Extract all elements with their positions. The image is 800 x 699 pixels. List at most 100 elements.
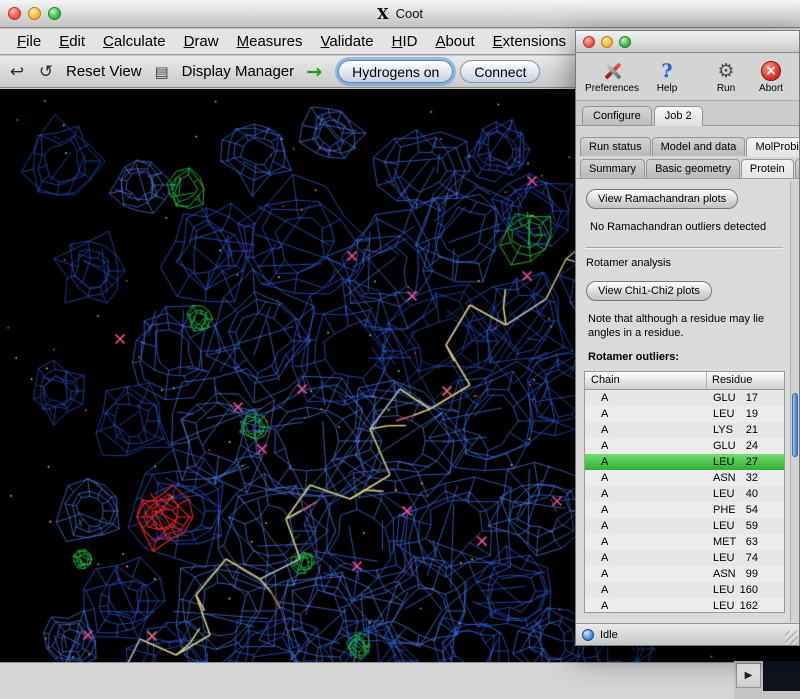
dialog-scrollbar[interactable]: [790, 181, 799, 622]
subtab-level2[interactable]: Basic geometry: [646, 159, 740, 178]
menu-item[interactable]: Calculate: [94, 31, 175, 52]
undo-arrow-icon[interactable]: ↩: [6, 62, 28, 82]
rotamer-row[interactable]: A LEU162: [585, 598, 784, 612]
rotamer-row-residue: MET63: [707, 534, 784, 550]
dialog-status-bar: Idle: [576, 623, 799, 645]
rotamer-row[interactable]: A LEU74: [585, 550, 784, 566]
resize-grip[interactable]: [785, 631, 798, 644]
preferences-button[interactable]: Preferences: [584, 59, 640, 94]
rotamer-row-residue: LEU40: [707, 486, 784, 502]
preferences-label: Preferences: [585, 83, 639, 94]
scroll-right-button[interactable]: ▶: [736, 663, 761, 688]
dialog-tabs: Configure Job 2: [576, 101, 799, 126]
column-header-residue[interactable]: Residue: [707, 372, 784, 389]
rotamer-row-chain: A: [585, 502, 707, 518]
rotamer-row-residue: GLU17: [707, 390, 784, 406]
column-header-chain[interactable]: Chain: [585, 372, 707, 389]
dialog-titlebar[interactable]: [576, 31, 799, 53]
rotamer-row[interactable]: A PHE54: [585, 502, 784, 518]
rotamer-row-chain: A: [585, 598, 707, 612]
subtab-level1[interactable]: Run status: [580, 137, 651, 156]
abort-label: Abort: [759, 83, 783, 94]
corner-widget: ▶: [734, 661, 800, 699]
rotamer-row-chain: A: [585, 550, 707, 566]
rotamer-row-residue: PHE54: [707, 502, 784, 518]
rotamer-table-header: Chain Residue: [585, 372, 784, 390]
go-arrow-icon[interactable]: →: [303, 61, 325, 83]
window-title: X Coot: [0, 0, 800, 27]
menu-item[interactable]: About: [426, 31, 483, 52]
rotamer-note-line1: Note that although a residue may lie: [588, 313, 785, 325]
display-manager-button[interactable]: Display Manager: [180, 63, 297, 80]
subtab-level2[interactable]: C: [795, 159, 800, 178]
help-label: Help: [657, 83, 678, 94]
background-window-fragment: [763, 661, 800, 691]
rotamer-row[interactable]: A ASN32: [585, 470, 784, 486]
rotamer-row[interactable]: A LEU19: [585, 406, 784, 422]
rotamer-outliers-label: Rotamer outliers:: [588, 351, 785, 363]
rotamer-row-chain: A: [585, 486, 707, 502]
notebook-tabs-level1: Run status Model and data MolProbity: [576, 134, 799, 156]
subtab-level2[interactable]: Protein: [741, 159, 794, 179]
rotamer-row[interactable]: A GLU24: [585, 438, 784, 454]
rotamer-row-residue: LYS21: [707, 422, 784, 438]
rotamer-row[interactable]: A LEU59: [585, 518, 784, 534]
rotamer-row[interactable]: A LEU40: [585, 486, 784, 502]
rotamer-row-chain: A: [585, 438, 707, 454]
run-button[interactable]: ⚙ Run: [708, 59, 744, 94]
rotamer-row[interactable]: A MET63: [585, 534, 784, 550]
rotamer-table-body: A GLU17 A LEU19: [585, 390, 784, 612]
menu-item[interactable]: Edit: [50, 31, 94, 52]
rotamer-row[interactable]: A LEU27: [585, 454, 784, 470]
rotamer-row[interactable]: A GLU17: [585, 390, 784, 406]
protein-tab-page: View Ramachandran plots No Ramachandran …: [576, 178, 799, 625]
subtab-level1[interactable]: MolProbity: [746, 137, 800, 157]
dialog-toolbar: Preferences ? Help ⚙ Run × Abort: [576, 53, 799, 101]
dialog-close-button[interactable]: [583, 36, 595, 48]
reset-view-button[interactable]: Reset View: [64, 63, 144, 80]
rotamer-row-residue: LEU160: [707, 582, 784, 598]
abort-button[interactable]: × Abort: [753, 59, 789, 94]
subtab-level2[interactable]: Summary: [580, 159, 645, 178]
rotamer-row[interactable]: A ASN99: [585, 566, 784, 582]
abort-x-icon: ×: [761, 61, 781, 81]
menu-item[interactable]: Draw: [175, 31, 228, 52]
dialog-tab[interactable]: Configure: [582, 106, 652, 125]
rotamer-row[interactable]: A LEU160: [585, 582, 784, 598]
dialog-minimize-button[interactable]: [601, 36, 613, 48]
rotamer-row[interactable]: A LYS21: [585, 422, 784, 438]
rotamer-row-chain: A: [585, 390, 707, 406]
gear-icon: ⚙: [717, 59, 734, 82]
display-manager-icon[interactable]: ▤: [151, 63, 173, 81]
menu-item[interactable]: Extensions: [484, 31, 575, 52]
window-title-text: Coot: [396, 6, 423, 21]
separator: [586, 247, 783, 249]
rotamer-row-residue: ASN99: [707, 566, 784, 582]
preferences-tools-icon: [601, 60, 623, 82]
menu-item[interactable]: HID: [383, 31, 427, 52]
rotamer-row-residue: LEU19: [707, 406, 784, 422]
x11-icon: X: [377, 5, 389, 23]
reset-view-icon[interactable]: ↺: [35, 62, 57, 82]
rotamer-row-chain: A: [585, 582, 707, 598]
view-ramachandran-button[interactable]: View Ramachandran plots: [586, 189, 738, 209]
dialog-tab[interactable]: Job 2: [654, 106, 703, 126]
menu-item[interactable]: Measures: [228, 31, 312, 52]
rotamer-row-chain: A: [585, 534, 707, 550]
rotamer-row-residue: ASN32: [707, 470, 784, 486]
rotamer-row-chain: A: [585, 566, 707, 582]
menu-item[interactable]: File: [8, 31, 50, 52]
menu-item[interactable]: Validate: [311, 31, 382, 52]
status-bar: (mol. no: 0) CG /1/A/27 LEU occ: 1.00 bf…: [0, 662, 800, 699]
rotamer-table: Chain Residue A GLU17 A: [584, 371, 785, 613]
help-button[interactable]: ? Help: [649, 59, 685, 94]
subtab-level1[interactable]: Model and data: [652, 137, 746, 156]
connect-button[interactable]: Connect: [460, 60, 540, 83]
rotamer-row-chain: A: [585, 422, 707, 438]
scrollbar-thumb[interactable]: [792, 393, 798, 457]
hydrogens-on-button[interactable]: Hydrogens on: [338, 60, 453, 83]
run-label: Run: [717, 83, 735, 94]
dialog-zoom-button[interactable]: [619, 36, 631, 48]
view-chi-plots-button[interactable]: View Chi1-Chi2 plots: [586, 281, 712, 301]
coot-titlebar[interactable]: X Coot: [0, 0, 800, 28]
